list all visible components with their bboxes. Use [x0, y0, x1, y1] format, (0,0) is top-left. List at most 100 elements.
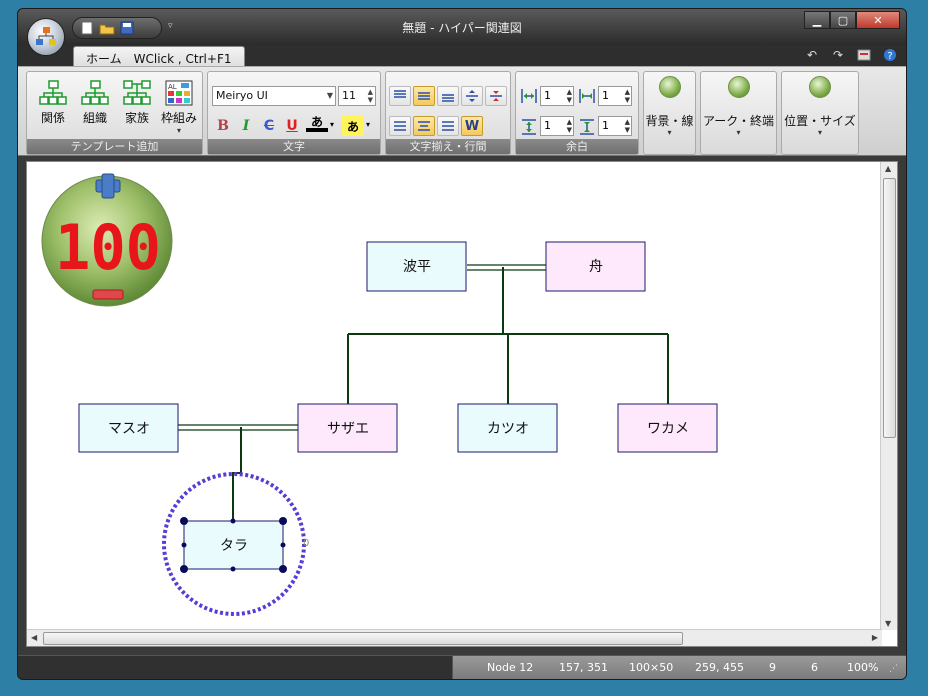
margin-right-spin[interactable]: 1 ▲ ▼	[598, 86, 632, 106]
vertical-scroll-thumb[interactable]	[883, 178, 896, 438]
node-label: マスオ	[108, 421, 150, 437]
frame-template-button[interactable]: AL 枠組み ▾	[159, 76, 199, 136]
frame-template-label: 枠組み	[160, 111, 197, 125]
spouse-link-masuo-sazae[interactable]	[178, 424, 298, 431]
word-wrap-button[interactable]: W	[461, 116, 483, 136]
position-size-label: 位置・サイズ	[784, 114, 856, 128]
scroll-left-icon[interactable]: ◀	[31, 633, 37, 642]
font-color-dropdown-icon[interactable]: ▾	[330, 120, 334, 129]
zoom-widget[interactable]: + 100 −	[41, 173, 173, 307]
dropdown-arrow-icon: ▾	[176, 126, 181, 135]
font-name-dropdown-icon[interactable]: ▼	[327, 87, 333, 105]
node-fune[interactable]: 舟	[545, 241, 646, 292]
child-drops[interactable]	[347, 334, 669, 404]
export-icon[interactable]	[856, 47, 872, 63]
align-bottom-button[interactable]	[437, 86, 459, 106]
margin-top-value: 1	[544, 119, 551, 132]
ribbon-tab-row: ホーム WClick , Ctrl+F1 ↶ ↷ ?	[18, 45, 906, 67]
line-spacing-decrease-button[interactable]	[485, 86, 507, 106]
font-color-button[interactable]: あ	[306, 114, 328, 132]
node-namihei[interactable]: 波平	[366, 241, 467, 292]
family-tree-icon	[123, 80, 151, 105]
relation-tree-icon	[39, 80, 67, 105]
diagram-svg[interactable]: + 100 − 0 波平 舟 マスオ サザエ カツオ ワカメ タラ	[27, 162, 882, 631]
organization-button[interactable]: 組織	[75, 76, 115, 136]
relation-button[interactable]: 関係	[33, 76, 73, 136]
highlight-dropdown-icon[interactable]: ▾	[366, 120, 370, 129]
scroll-up-icon[interactable]: ▲	[885, 164, 891, 173]
rotation-angle-label: 0	[303, 538, 309, 549]
close-button[interactable]: ✕	[856, 11, 900, 29]
resize-grip-icon[interactable]: ⋰	[889, 664, 898, 674]
text-align-left-button[interactable]	[389, 116, 411, 136]
align-group-label: 文字揃え・行間	[386, 139, 510, 154]
align-middle-button[interactable]	[413, 86, 435, 106]
scroll-down-icon[interactable]: ▼	[885, 619, 891, 628]
line-spacing-increase-icon	[466, 90, 478, 102]
spin-arrows-icon[interactable]: ▲ ▼	[567, 88, 572, 104]
scroll-right-icon[interactable]: ▶	[872, 633, 878, 642]
highlight-button[interactable]: あ	[342, 116, 364, 136]
diagram-canvas[interactable]: + 100 − 0 波平 舟 マスオ サザエ カツオ ワカメ タラ ▲ ▼ ◀ …	[26, 161, 898, 647]
italic-button[interactable]: I	[235, 116, 257, 136]
background-line-icon	[658, 76, 681, 98]
background-line-button[interactable]: 背景・線 ▾	[643, 71, 696, 155]
margin-bottom-spin[interactable]: 1 ▲ ▼	[598, 116, 632, 136]
node-label: サザエ	[327, 421, 369, 437]
status-size: 100×50	[629, 661, 674, 674]
zoom-value: 100	[55, 211, 161, 284]
margin-top-spin[interactable]: 1 ▲ ▼	[540, 116, 574, 136]
font-name-value: Meiryo UI	[216, 89, 268, 102]
text-group: Meiryo UI ▼ 11 ▲ ▼ B I C U あ ▾ あ ▾ 文字	[207, 71, 381, 155]
font-name-combo[interactable]: Meiryo UI ▼	[212, 86, 336, 106]
font-size-value: 11	[342, 89, 356, 102]
ribbon: 関係 組織 家族 AL 枠組み ▾ テンプレート追加 Meiryo UI ▼ 1…	[18, 66, 906, 156]
minimize-button[interactable]: ▁	[804, 11, 830, 29]
node-tara[interactable]: タラ	[183, 520, 284, 570]
maximize-button[interactable]: ▢	[830, 11, 856, 29]
spouse-link-namihei-fune[interactable]	[467, 264, 547, 271]
zoom-out-icon[interactable]: −	[92, 289, 124, 300]
horizontal-scrollbar[interactable]: ◀ ▶	[27, 629, 882, 646]
margin-left-icon	[521, 89, 537, 103]
arc-end-button[interactable]: アーク・終端 ▾	[700, 71, 777, 155]
spin-arrows-icon[interactable]: ▲ ▼	[625, 88, 630, 104]
bold-button[interactable]: B	[212, 116, 234, 136]
align-bottom-icon	[442, 94, 454, 102]
line-spacing-increase-button[interactable]	[461, 86, 483, 106]
node-katsuo[interactable]: カツオ	[457, 403, 558, 453]
application-menu-button[interactable]	[27, 18, 65, 56]
node-wakame[interactable]: ワカメ	[617, 403, 718, 453]
position-size-button[interactable]: 位置・サイズ ▾	[781, 71, 859, 155]
font-size-spinner-icon[interactable]: ▲ ▼	[368, 88, 373, 104]
tab-home[interactable]: ホーム WClick , Ctrl+F1	[73, 46, 245, 67]
margin-left-value: 1	[544, 89, 551, 102]
text-align-center-button[interactable]	[413, 116, 435, 136]
vertical-scrollbar[interactable]: ▲ ▼	[880, 162, 897, 630]
help-icon[interactable]: ?	[882, 47, 898, 63]
underline-button[interactable]: U	[281, 116, 303, 136]
family-button[interactable]: 家族	[117, 76, 157, 136]
node-label: 舟	[589, 259, 603, 275]
tab-row-tools: ↶ ↷ ?	[804, 47, 898, 63]
text-group-label: 文字	[208, 139, 380, 154]
spin-arrows-icon[interactable]: ▲ ▼	[625, 118, 630, 134]
align-top-button[interactable]	[389, 86, 411, 106]
horizontal-scroll-thumb[interactable]	[43, 632, 683, 645]
spin-arrows-icon[interactable]: ▲ ▼	[567, 118, 572, 134]
redo-icon[interactable]: ↷	[830, 47, 846, 63]
node-sazae[interactable]: サザエ	[297, 403, 398, 453]
node-label: 波平	[403, 259, 431, 275]
strikethrough-button[interactable]: C	[258, 116, 280, 136]
text-align-right-button[interactable]	[437, 116, 459, 136]
margin-group: 1 ▲ ▼ 1 ▲ ▼ 1 ▲ ▼ 1 ▲ ▼ 余白	[515, 71, 639, 155]
node-masuo[interactable]: マスオ	[78, 403, 179, 453]
relation-label: 関係	[40, 111, 65, 125]
font-size-combo[interactable]: 11 ▲ ▼	[338, 86, 376, 106]
undo-icon[interactable]: ↶	[804, 47, 820, 63]
dropdown-arrow-icon: ▾	[736, 128, 741, 137]
margin-left-spin[interactable]: 1 ▲ ▼	[540, 86, 574, 106]
family-label: 家族	[124, 111, 149, 125]
status-bar: Node 12 157, 351 100×50 259, 455 9 6 100…	[18, 655, 906, 679]
node-label: カツオ	[487, 421, 529, 437]
